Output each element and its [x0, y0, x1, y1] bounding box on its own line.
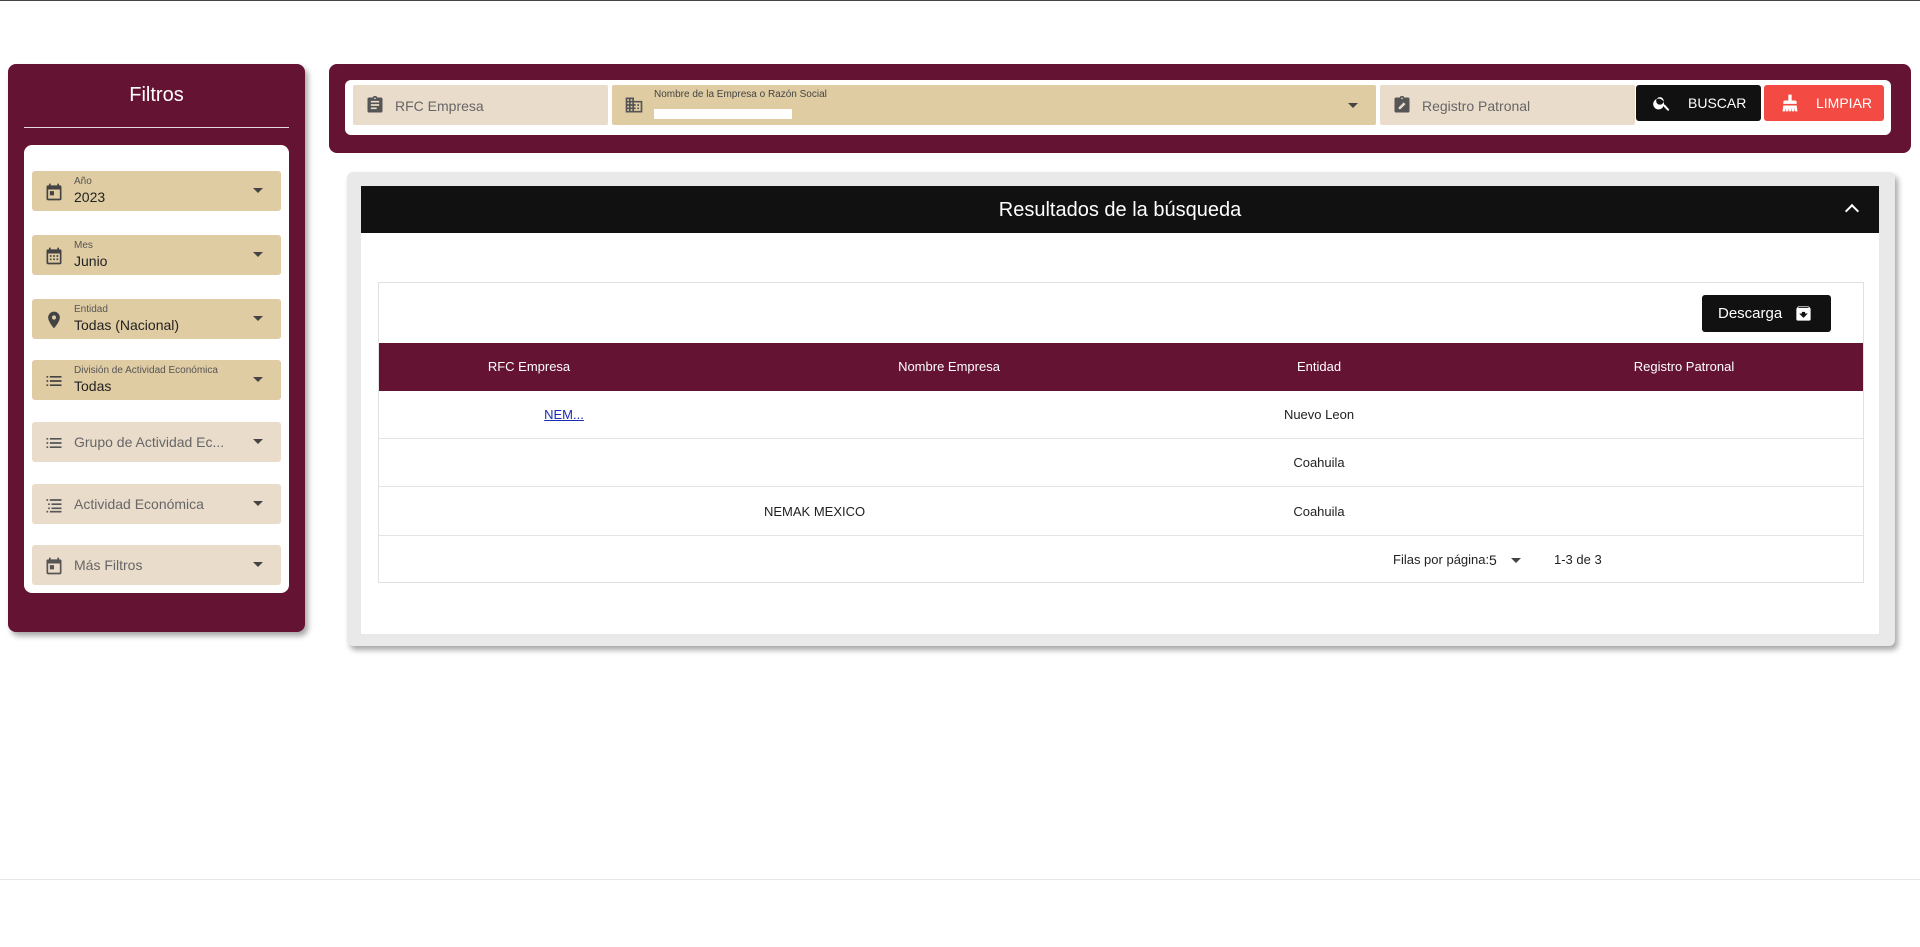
- company-name-cell: NEMAK MEXICO: [764, 504, 866, 519]
- search-button[interactable]: BUSCAR: [1636, 85, 1761, 121]
- filter-activity-select[interactable]: Actividad Económica: [32, 484, 281, 524]
- list-icon: [46, 376, 62, 386]
- results-panel: Resultados de la búsqueda Descarga RFC E…: [361, 186, 1879, 634]
- filter-entity-value: Todas (Nacional): [74, 317, 180, 333]
- filter-group-select[interactable]: Grupo de Actividad Ec...: [32, 422, 281, 462]
- calendar-grid-icon: [46, 247, 62, 265]
- calendar-icon: [46, 557, 62, 575]
- filter-month-label: Mes: [74, 240, 93, 251]
- edit-clipboard-icon: [1394, 95, 1410, 113]
- chevron-down-icon: [253, 562, 263, 567]
- filter-division-select[interactable]: División de Actividad Económica Todas: [32, 360, 281, 400]
- broom-icon: [1782, 94, 1798, 112]
- filter-more-placeholder: Más Filtros: [74, 557, 143, 573]
- results-card: Resultados de la búsqueda Descarga RFC E…: [347, 172, 1895, 646]
- rfc-input-placeholder: RFC Empresa: [395, 98, 484, 114]
- chevron-down-icon: [253, 316, 263, 321]
- list-icon: [46, 438, 62, 448]
- chevron-down-icon: [253, 377, 263, 382]
- filter-year-value: 2023: [74, 189, 106, 205]
- rfc-input[interactable]: RFC Empresa: [353, 85, 608, 125]
- filter-activity-placeholder: Actividad Económica: [74, 496, 204, 512]
- clipboard-icon: [367, 95, 383, 113]
- filter-year-select[interactable]: Año 2023: [32, 171, 281, 211]
- results-header[interactable]: Resultados de la búsqueda: [361, 186, 1879, 233]
- filter-month-select[interactable]: Mes Junio: [32, 235, 281, 275]
- download-button[interactable]: Descarga: [1702, 295, 1831, 332]
- calendar-icon: [46, 183, 62, 201]
- download-button-label: Descarga: [1718, 305, 1783, 322]
- search-button-label: BUSCAR: [1688, 95, 1747, 111]
- archive-download-icon: [1796, 306, 1811, 321]
- filter-month-value: Junio: [74, 253, 108, 269]
- company-name-value: [654, 109, 792, 119]
- company-name-select[interactable]: Nombre de la Empresa o Razón Social: [612, 85, 1376, 125]
- search-bar: RFC Empresa Nombre de la Empresa o Razón…: [329, 64, 1911, 153]
- column-header-rfc[interactable]: RFC Empresa: [464, 359, 594, 374]
- chevron-down-icon: [253, 188, 263, 193]
- location-pin-icon: [48, 311, 60, 329]
- search-bar-inner: RFC Empresa Nombre de la Empresa o Razón…: [345, 80, 1891, 135]
- rows-per-page-label: Filas por página:: [1393, 552, 1490, 567]
- filter-division-value: Todas: [74, 378, 112, 394]
- building-icon: [625, 97, 643, 113]
- entity-cell: Coahuila: [1293, 504, 1345, 519]
- clear-button[interactable]: LIMPIAR: [1764, 85, 1884, 121]
- entity-cell: Coahuila: [1293, 455, 1345, 470]
- chevron-down-icon: [1348, 103, 1358, 108]
- rfc-link[interactable]: NEM...: [515, 407, 613, 422]
- numbered-list-icon: [46, 499, 62, 513]
- filter-entity-label: Entidad: [74, 304, 108, 315]
- chevron-down-icon: [253, 501, 263, 506]
- column-header-name[interactable]: Nombre Empresa: [849, 359, 1049, 374]
- filter-division-label: División de Actividad Económica: [74, 365, 218, 376]
- rows-per-page-value: 5: [1489, 552, 1497, 568]
- filters-sidebar: Filtros Año 2023 Mes Junio Entidad Todas…: [8, 64, 305, 632]
- chevron-down-icon: [253, 252, 263, 257]
- chevron-down-icon: [253, 439, 263, 444]
- rows-per-page-select[interactable]: 5: [1487, 550, 1527, 570]
- table-header: RFC Empresa Nombre Empresa Entidad Regis…: [379, 343, 1863, 391]
- bottom-divider: [0, 879, 1920, 880]
- registro-patronal-placeholder: Registro Patronal: [1422, 98, 1531, 114]
- chevron-down-icon: [1511, 558, 1521, 563]
- filter-entity-select[interactable]: Entidad Todas (Nacional): [32, 299, 281, 339]
- sidebar-title: Filtros: [129, 84, 184, 106]
- column-header-entity[interactable]: Entidad: [1244, 359, 1394, 374]
- table-pagination: Filas por página: 5 1-3 de 3: [379, 540, 1863, 582]
- filters-panel: Año 2023 Mes Junio Entidad Todas (Nacion…: [24, 145, 289, 593]
- column-header-registro[interactable]: Registro Patronal: [1599, 359, 1769, 374]
- rfc-link[interactable]: [515, 455, 613, 467]
- top-border: [0, 0, 1920, 1]
- clear-button-label: LIMPIAR: [1816, 95, 1873, 111]
- filter-group-placeholder: Grupo de Actividad Ec...: [74, 434, 225, 450]
- table-row: Coahuila: [379, 439, 1863, 487]
- results-table: Descarga RFC Empresa Nombre Empresa Enti…: [378, 282, 1864, 583]
- sidebar-divider: [24, 127, 289, 128]
- search-icon: [1653, 97, 1670, 111]
- rfc-link[interactable]: [517, 504, 613, 516]
- table-row: NEMAK MEXICO Coahuila: [379, 488, 1863, 536]
- table-row: NEM... Nuevo Leon: [379, 391, 1863, 439]
- entity-cell: Nuevo Leon: [1283, 407, 1355, 422]
- filter-year-label: Año: [74, 176, 92, 187]
- results-title: Resultados de la búsqueda: [998, 199, 1242, 221]
- filter-more-select[interactable]: Más Filtros: [32, 545, 281, 585]
- registro-patronal-input[interactable]: Registro Patronal: [1380, 85, 1635, 125]
- pagination-range: 1-3 de 3: [1554, 552, 1602, 567]
- company-name-label: Nombre de la Empresa o Razón Social: [654, 89, 827, 100]
